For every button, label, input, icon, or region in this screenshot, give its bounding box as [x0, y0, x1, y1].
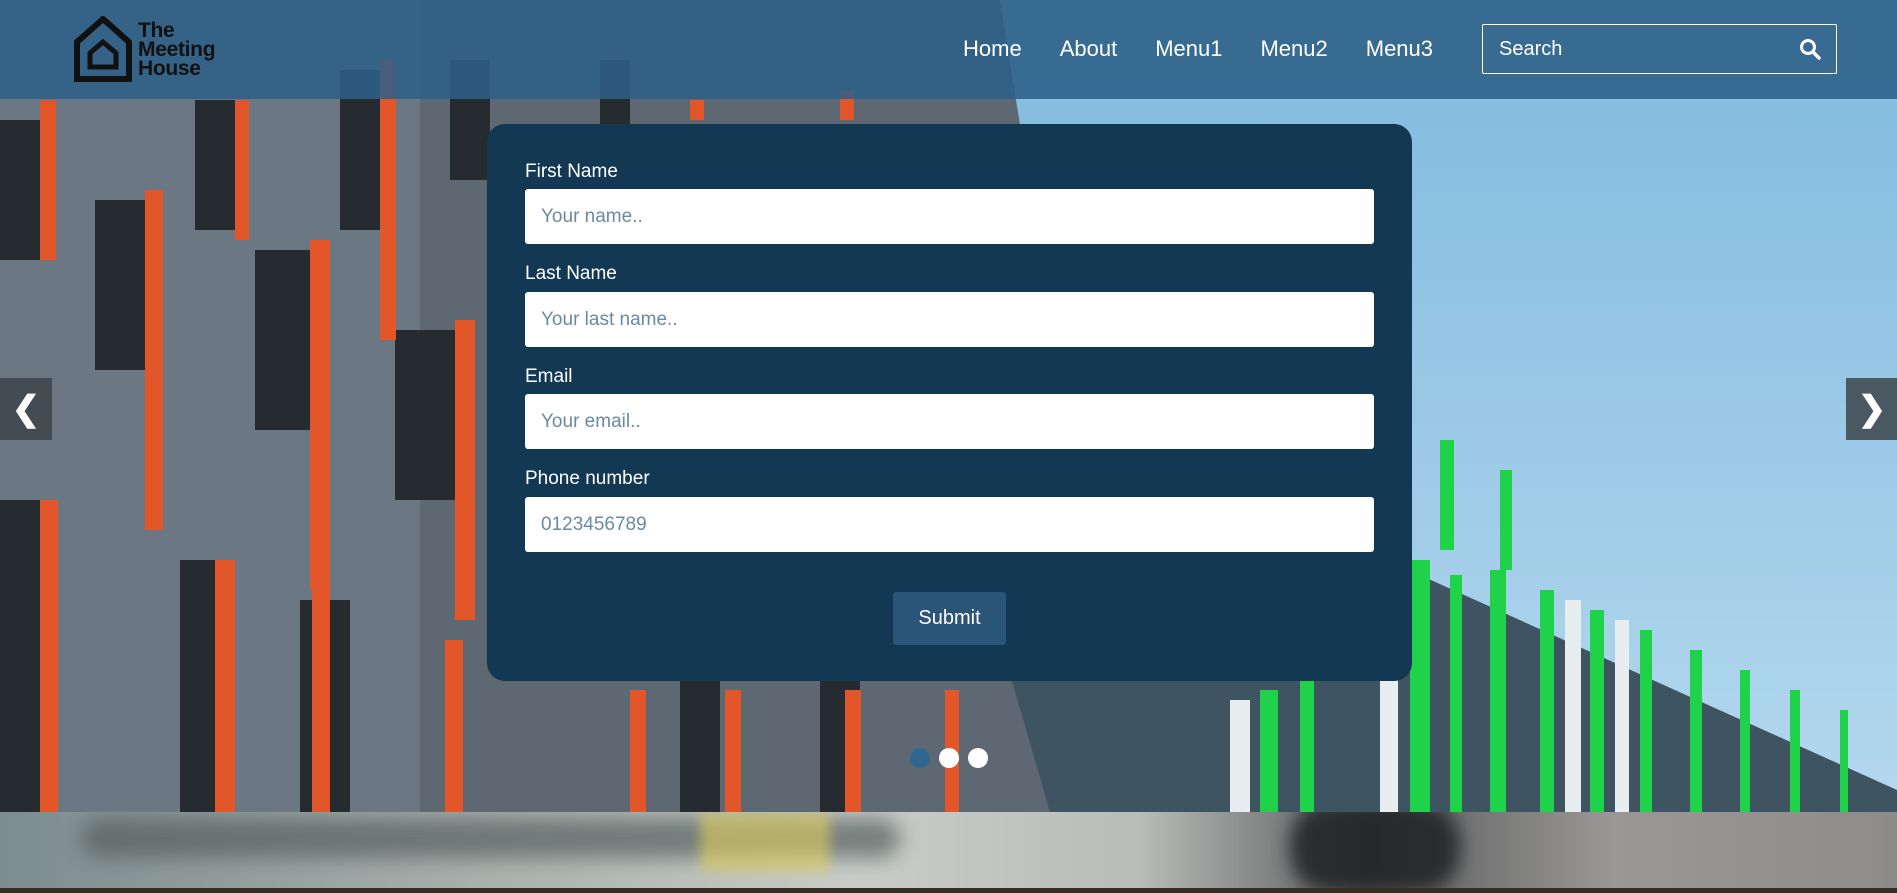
email-input[interactable] [525, 394, 1374, 449]
logo-line-3: House [138, 56, 201, 80]
last-name-input[interactable] [525, 292, 1374, 347]
contact-form: First Name Last Name Email Phone number … [487, 124, 1412, 681]
carousel-prev-button[interactable]: ❮ [0, 378, 52, 440]
site-header: The Meeting House Home About Menu1 Menu2… [0, 0, 1897, 99]
first-name-label: First Name [525, 161, 618, 182]
nav-menu1[interactable]: Menu1 [1155, 36, 1222, 62]
logo-line-2: Meeting [138, 37, 216, 61]
nav-menu2[interactable]: Menu2 [1260, 36, 1327, 62]
carousel-next-button[interactable]: ❯ [1846, 378, 1897, 440]
search-box [1482, 24, 1837, 74]
submit-button[interactable]: Submit [893, 592, 1006, 645]
next-section-image [0, 812, 1897, 893]
house-icon [74, 16, 132, 82]
phone-input[interactable] [525, 497, 1374, 552]
main-nav: Home About Menu1 Menu2 Menu3 [963, 36, 1471, 62]
nav-home[interactable]: Home [963, 36, 1022, 62]
first-name-input[interactable] [525, 189, 1374, 244]
nav-about[interactable]: About [1060, 36, 1118, 62]
email-label: Email [525, 366, 573, 387]
site-logo[interactable]: The Meeting House [74, 16, 216, 82]
search-icon [1800, 39, 1821, 60]
carousel-indicators [910, 748, 997, 768]
search-button[interactable] [1784, 25, 1836, 73]
phone-label: Phone number [525, 468, 650, 489]
logo-text: The Meeting House [138, 18, 216, 80]
last-name-label: Last Name [525, 263, 617, 284]
nav-menu3[interactable]: Menu3 [1366, 36, 1433, 62]
logo-line-1: The [138, 18, 175, 42]
carousel-dot-3[interactable] [968, 748, 988, 768]
search-input[interactable] [1483, 25, 1784, 73]
carousel-dot-1[interactable] [910, 748, 930, 768]
carousel-dot-2[interactable] [939, 748, 959, 768]
